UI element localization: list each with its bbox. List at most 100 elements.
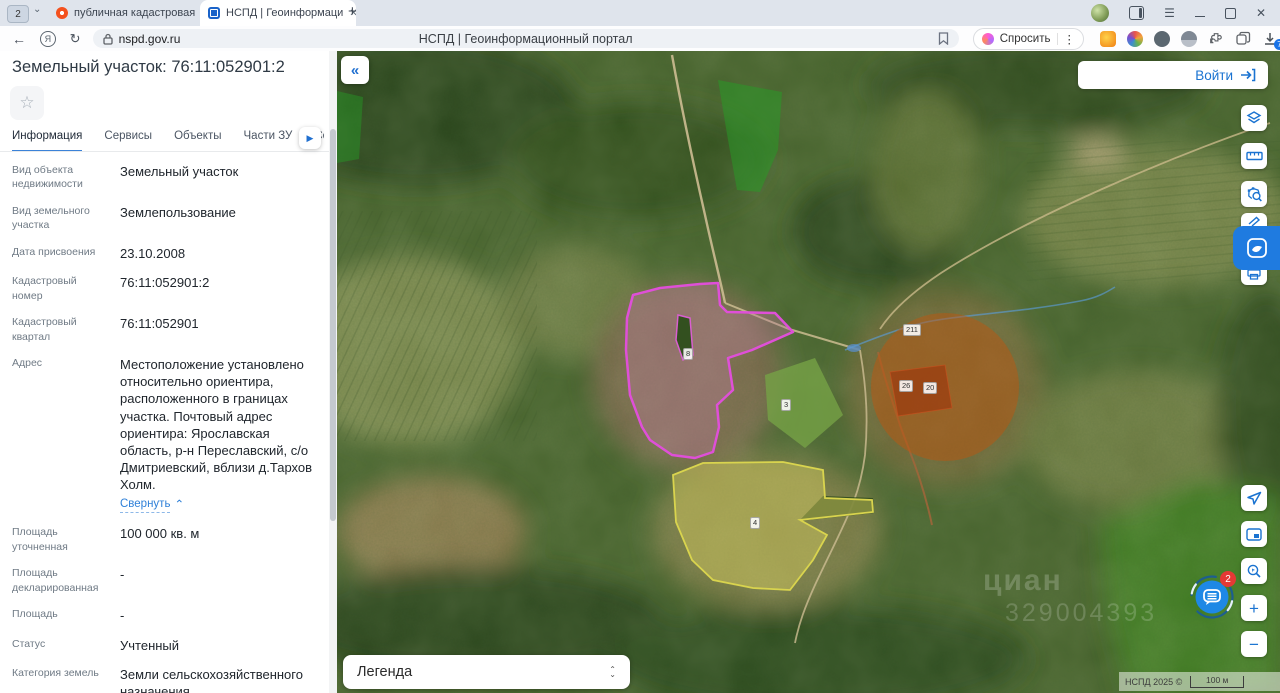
map-parcel-label: 4 xyxy=(750,517,760,529)
browser-tab-nspd-active[interactable]: НСПД | Геоинформаци ✕ xyxy=(200,0,356,26)
back-button[interactable]: ← xyxy=(12,31,26,47)
browser-tab-pkk[interactable]: публичная кадастровая xyxy=(48,0,210,26)
field-row: Кадастровый номер 76:11:052901:2 xyxy=(12,274,319,303)
ruler-icon xyxy=(1246,150,1263,162)
field-row: Площадь - xyxy=(12,607,319,624)
restore-button[interactable] xyxy=(1225,8,1236,19)
pencil-icon xyxy=(1247,216,1261,226)
navigate-arrow-icon xyxy=(1247,491,1262,506)
field-label: Кадастровый номер xyxy=(12,274,108,303)
field-value: 100 000 кв. м xyxy=(120,525,319,554)
my-location-button[interactable] xyxy=(1241,485,1267,511)
downloads-button[interactable]: 7 xyxy=(1262,31,1280,47)
tab-list-dropdown-icon[interactable]: ⌄ xyxy=(33,4,41,15)
zoom-out-button[interactable]: − xyxy=(1241,631,1267,657)
lock-icon xyxy=(103,33,113,45)
url-text: nspd.gov.ru xyxy=(119,32,181,46)
chat-fab[interactable]: 2 xyxy=(1190,575,1234,619)
extensions-area: 7 xyxy=(1100,31,1280,47)
expand-collapse-icon: ⌃⌄ xyxy=(609,667,616,677)
favorite-star-button[interactable]: ☆ xyxy=(10,86,44,120)
field-label: Адрес xyxy=(12,356,108,513)
screenshot-button[interactable] xyxy=(1241,521,1267,547)
puzzle-extensions-icon[interactable] xyxy=(1208,31,1224,47)
chat-unread-badge: 2 xyxy=(1220,571,1236,587)
ask-label: Спросить xyxy=(1000,33,1051,45)
scrollbar-thumb[interactable] xyxy=(330,129,336,521)
panel-tabs: Информация Сервисы Объекты Части ЗУ Сост… xyxy=(12,130,324,152)
layers-icon xyxy=(1246,110,1262,126)
tab-services[interactable]: Сервисы xyxy=(104,130,152,152)
profile-avatar[interactable] xyxy=(1091,4,1109,22)
field-row: Площадь декларированная - xyxy=(12,566,319,595)
measure-button[interactable] xyxy=(1241,143,1267,169)
tab-information[interactable]: Информация xyxy=(12,130,82,152)
side-panel-icon[interactable] xyxy=(1129,6,1144,20)
panel-scrollbar[interactable] xyxy=(329,51,337,693)
field-list: Вид объекта недвижимости Земельный участ… xyxy=(12,163,319,693)
field-label: Площадь декларированная xyxy=(12,566,108,595)
map-parcel-label: 20 xyxy=(923,382,937,394)
map-attribution: НСПД 2025 © 100 м xyxy=(1119,672,1280,691)
scale-bar: 100 м xyxy=(1190,676,1244,688)
menu-hamburger-icon[interactable]: ☰ xyxy=(1164,7,1175,19)
find-object-button[interactable] xyxy=(1241,558,1267,584)
panel-collapse-button[interactable]: « xyxy=(341,56,369,84)
field-value: Местоположение установлено относительно … xyxy=(120,357,312,492)
field-label: Кадастровый квартал xyxy=(12,315,108,344)
legend-bar[interactable]: Легенда ⌃⌄ xyxy=(343,655,630,689)
window-controls: ☰ ✕ xyxy=(1091,0,1280,26)
field-value: - xyxy=(120,566,319,595)
collapse-label: Свернуть xyxy=(120,497,170,513)
plus-icon: + xyxy=(1249,600,1259,617)
ask-ai-button[interactable]: Спросить ⋮ xyxy=(973,28,1084,50)
tab-group-counter[interactable]: 2 xyxy=(7,5,29,23)
field-value: Земли сельскохозяйственного назначения xyxy=(120,666,319,693)
extension-icon[interactable] xyxy=(1100,31,1116,47)
new-tab-button[interactable]: + xyxy=(348,3,357,20)
close-window-button[interactable]: ✕ xyxy=(1256,7,1266,19)
active-tool-flyout[interactable] xyxy=(1233,226,1280,270)
double-chevron-left-icon: « xyxy=(351,62,359,79)
caret-up-icon: ⌃ xyxy=(174,498,184,513)
login-arrow-icon xyxy=(1240,68,1256,82)
reload-button[interactable]: ↻ xyxy=(70,31,81,47)
tab-stack-icon[interactable] xyxy=(1235,31,1251,47)
satellite-imagery xyxy=(337,51,1280,693)
login-bar[interactable]: Войти xyxy=(1078,61,1268,89)
minimize-button[interactable] xyxy=(1195,16,1205,17)
login-label: Войти xyxy=(1195,68,1233,83)
tab-label: НСПД | Геоинформаци xyxy=(226,7,343,19)
screenshot-icon xyxy=(1246,528,1262,541)
page-title: НСПД | Геоинформационный портал xyxy=(93,32,959,46)
browser-window: 2 ⌄ публичная кадастровая НСПД | Геоинфо… xyxy=(0,0,1280,693)
area-search-button[interactable] xyxy=(1241,181,1267,207)
yandex-services-icon[interactable]: Я xyxy=(40,31,56,47)
bookmark-icon[interactable] xyxy=(938,32,949,45)
address-bar[interactable]: nspd.gov.ru НСПД | Геоинформационный пор… xyxy=(93,29,959,48)
download-count-badge: 7 xyxy=(1274,39,1280,50)
field-row-address: Адрес Местоположение установлено относит… xyxy=(12,356,319,513)
address-collapse-link[interactable]: Свернуть ⌃ xyxy=(120,497,184,513)
tab-parcel-parts[interactable]: Части ЗУ xyxy=(244,130,293,152)
star-icon: ☆ xyxy=(19,93,34,113)
field-row: Статус Учтенный xyxy=(12,637,319,654)
watermark-brand: циан xyxy=(983,564,1063,598)
tab-objects[interactable]: Объекты xyxy=(174,130,221,152)
divider xyxy=(1057,33,1058,45)
layers-button[interactable] xyxy=(1241,105,1267,131)
field-label: Статус xyxy=(12,637,108,654)
field-value: 76:11:052901 xyxy=(120,315,319,344)
map-canvas[interactable]: 8 3 211 26 20 4 циан 329004393 « Войти xyxy=(337,51,1280,693)
extension-icon[interactable] xyxy=(1181,31,1197,47)
tabs-overflow-button[interactable]: ▶ xyxy=(299,127,321,149)
field-row: Дата присвоения 23.10.2008 xyxy=(12,245,319,262)
more-vertical-icon[interactable]: ⋮ xyxy=(1064,32,1076,46)
map-parcel-label: 8 xyxy=(683,348,693,360)
extension-icon[interactable] xyxy=(1154,31,1170,47)
field-row: Вид земельного участка Землепользование xyxy=(12,204,319,233)
field-value: Землепользование xyxy=(120,204,319,233)
extension-icon[interactable] xyxy=(1127,31,1143,47)
nspd-favicon xyxy=(208,7,220,19)
zoom-in-button[interactable]: + xyxy=(1241,595,1267,621)
